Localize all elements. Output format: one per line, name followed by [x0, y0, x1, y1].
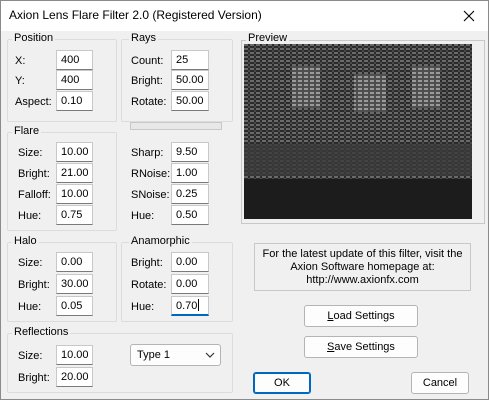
reflections-size-input[interactable]: 10.00 [56, 345, 93, 365]
halo-bright-label: Bright: [18, 279, 50, 291]
preview-image [244, 44, 472, 219]
noise-hue-input[interactable]: 0.50 [171, 205, 209, 225]
chevron-down-icon [205, 352, 215, 358]
x-label: X: [15, 55, 26, 67]
rays-bright-input[interactable]: 50.00 [171, 70, 209, 90]
flare-bright-input[interactable]: 21.00 [56, 163, 93, 183]
reflections-bright-input[interactable]: 20.00 [56, 367, 93, 387]
info-box: For the latest update of this filter, vi… [254, 243, 471, 291]
save-settings-button[interactable]: Save Settings [304, 336, 418, 358]
halo-hue-label: Hue: [18, 301, 42, 313]
flare-hue-input[interactable]: 0.75 [56, 205, 93, 225]
close-icon [463, 10, 475, 22]
rays-rotate-label: Rotate: [131, 96, 167, 108]
y-input[interactable]: 400 [56, 70, 93, 90]
position-group-label: Position [12, 32, 56, 45]
sharp-input[interactable]: 9.50 [171, 142, 209, 162]
halo-size-input[interactable]: 0.00 [56, 252, 93, 272]
falloff-label: Falloff: [18, 189, 51, 201]
halo-bright-input[interactable]: 30.00 [56, 274, 93, 294]
anamorphic-hue-value: 0.70 [176, 300, 198, 312]
anamorphic-bright-label: Bright: [131, 257, 163, 269]
halo-group-label: Halo [12, 235, 39, 248]
window-title: Axion Lens Flare Filter 2.0 (Registered … [9, 8, 262, 22]
anamorphic-rotate-input[interactable]: 0.00 [171, 274, 209, 294]
count-input[interactable]: 25 [171, 50, 209, 70]
info-line-2: Axion Software homepage at: [290, 261, 435, 273]
save-settings-mnemonic: S [327, 341, 335, 353]
sharp-label: Sharp: [131, 147, 164, 159]
text-caret [198, 299, 200, 311]
snoise-label: SNoise: [131, 189, 170, 201]
anamorphic-hue-label: Hue: [131, 301, 155, 313]
load-settings-label: oad Settings [333, 310, 395, 322]
x-input[interactable]: 400 [56, 50, 93, 70]
rays-rotate-input[interactable]: 50.00 [171, 91, 209, 111]
separator-slider[interactable] [130, 122, 222, 130]
dialog-window: Axion Lens Flare Filter 2.0 (Registered … [0, 0, 489, 400]
flare-group-label: Flare [12, 125, 42, 138]
cancel-button[interactable]: Cancel [411, 372, 469, 394]
load-settings-button[interactable]: Load Settings [304, 305, 418, 327]
reflections-bright-label: Bright: [18, 372, 50, 384]
noise-hue-label: Hue: [131, 210, 155, 222]
flare-hue-label: Hue: [18, 210, 42, 222]
flare-size-label: Size: [18, 147, 43, 159]
info-line-3: http://www.axionfx.com [306, 274, 419, 286]
aspect-label: Aspect: [15, 96, 52, 108]
y-label: Y: [15, 75, 25, 87]
aspect-input[interactable]: 0.10 [56, 91, 93, 111]
title-bar[interactable]: Axion Lens Flare Filter 2.0 (Registered … [1, 1, 488, 31]
reflection-type-value: Type 1 [137, 349, 171, 361]
falloff-input[interactable]: 10.00 [56, 184, 93, 204]
anamorphic-rotate-label: Rotate: [131, 279, 167, 291]
reflections-size-label: Size: [18, 350, 43, 362]
rays-bright-label: Bright: [131, 75, 163, 87]
halo-hue-input[interactable]: 0.05 [56, 296, 93, 316]
count-label: Count: [131, 55, 164, 67]
snoise-input[interactable]: 0.25 [171, 184, 209, 204]
flare-size-input[interactable]: 10.00 [56, 142, 93, 162]
cancel-label: Cancel [422, 377, 458, 389]
anamorphic-group-label: Anamorphic [129, 235, 192, 248]
info-line-1: For the latest update of this filter, vi… [262, 248, 463, 260]
reflection-type-select[interactable]: Type 1 [130, 344, 221, 366]
preview-render [244, 44, 472, 219]
close-button[interactable] [450, 1, 488, 31]
ok-button[interactable]: OK [253, 372, 311, 394]
ok-label: OK [274, 377, 290, 389]
rnoise-label: RNoise: [131, 168, 171, 180]
rays-group-label: Rays [129, 32, 159, 45]
anamorphic-bright-input[interactable]: 0.00 [171, 252, 209, 272]
rnoise-input[interactable]: 1.00 [171, 163, 209, 183]
anamorphic-hue-input[interactable]: 0.70 [171, 296, 209, 316]
halo-size-label: Size: [18, 257, 43, 269]
flare-bright-label: Bright: [18, 168, 50, 180]
reflections-group-label: Reflections [12, 326, 71, 339]
save-settings-label: ave Settings [334, 341, 395, 353]
